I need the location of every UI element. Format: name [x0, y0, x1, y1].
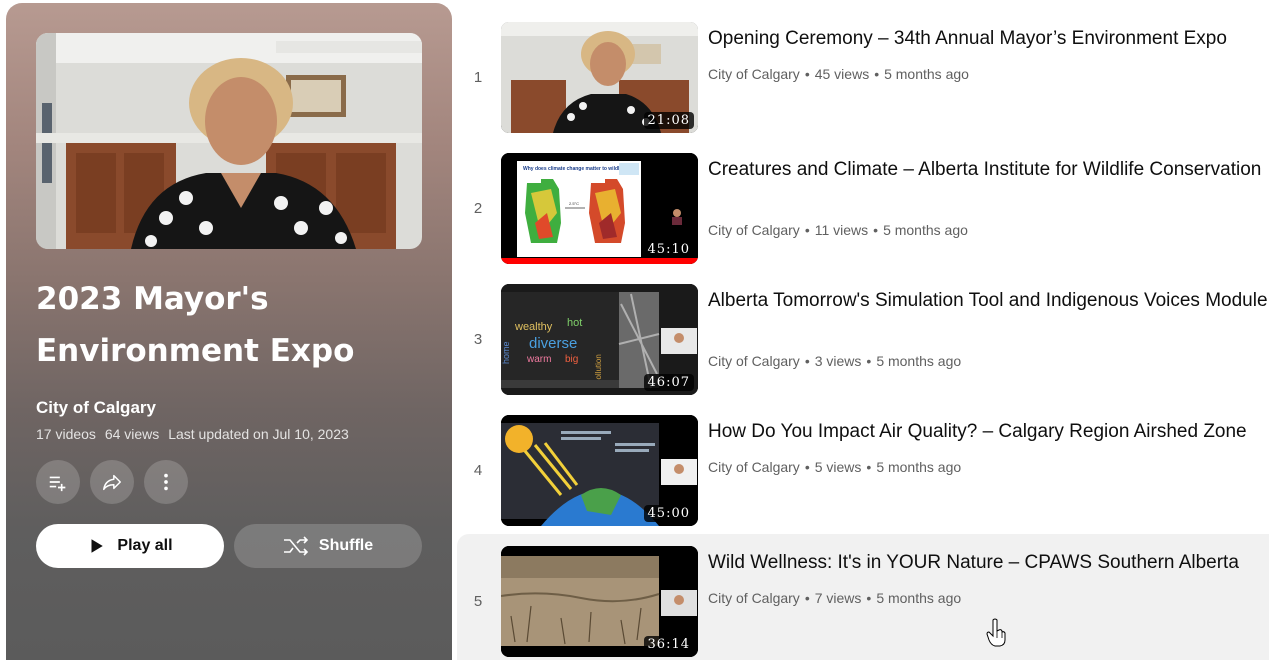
- video-age: 5 months ago: [876, 353, 962, 369]
- shuffle-label: Shuffle: [318, 537, 374, 554]
- video-meta: City of Calgary • 11 views • 5 months ago: [708, 222, 968, 238]
- video-index: 5: [473, 593, 483, 610]
- video-title[interactable]: Alberta Tomorrow's Simulation Tool and I…: [708, 286, 1268, 316]
- thumb-word: wealthy: [514, 321, 553, 333]
- playlist-views: 64 views: [104, 426, 160, 442]
- video-age: 5 months ago: [884, 66, 969, 82]
- video-title[interactable]: How Do You Impact Air Quality? – Calgary…: [708, 417, 1268, 447]
- video-channel[interactable]: City of Calgary: [708, 353, 800, 369]
- thumb-word: big: [565, 354, 578, 365]
- play-icon: [91, 539, 104, 553]
- video-duration: 45:10: [643, 241, 694, 258]
- video-meta: City of Calgary • 5 views • 5 months ago: [708, 459, 962, 475]
- video-title[interactable]: Wild Wellness: It's in YOUR Nature – CPA…: [708, 548, 1268, 578]
- video-age: 5 months ago: [876, 459, 962, 475]
- video-index: 1: [473, 69, 483, 86]
- video-duration: 21:08: [643, 112, 694, 129]
- thumb-word: warm: [526, 354, 551, 365]
- video-channel[interactable]: City of Calgary: [708, 459, 800, 475]
- playlist-last-updated: Last updated on Jul 10, 2023: [168, 426, 349, 442]
- video-age: 5 months ago: [876, 590, 962, 606]
- playlist-meta: 17 videos 64 views Last updated on Jul 1…: [36, 426, 354, 442]
- video-thumbnail[interactable]: wealthy hot diverse warm big home pollut…: [501, 284, 698, 395]
- video-thumbnail[interactable]: 36:14: [501, 546, 698, 657]
- video-duration: 45:00: [643, 505, 694, 522]
- share-button[interactable]: [90, 460, 134, 504]
- thumb-slide-title: Why does climate change matter to wildli…: [523, 166, 628, 172]
- video-meta: City of Calgary • 3 views • 5 months ago: [708, 353, 962, 369]
- video-row[interactable]: 1 21:08 Opening Ceremony – 34th Annual M…: [457, 10, 1269, 141]
- video-row[interactable]: 5 36:14 Wild Wellness: It's in YOUR Natu…: [457, 534, 1269, 660]
- video-channel[interactable]: City of Calgary: [708, 66, 800, 82]
- video-views: 3 views: [814, 353, 862, 369]
- video-index: 2: [473, 200, 483, 217]
- playlist-title: 2023 Mayor's Environment Expo: [36, 281, 355, 369]
- video-views: 11 views: [814, 222, 869, 238]
- video-thumbnail[interactable]: 21:08: [501, 22, 698, 133]
- video-index: 3: [473, 331, 483, 348]
- add-to-queue-icon: [49, 476, 66, 492]
- video-duration: 46:07: [643, 374, 694, 391]
- more-vert-icon: [164, 473, 168, 491]
- playlist-owner[interactable]: City of Calgary: [36, 398, 156, 418]
- video-row[interactable]: 4 45:00 How Do You Impact Air Quality? –…: [457, 403, 1269, 534]
- thumb-word: home: [501, 341, 511, 364]
- thumb-word: hot: [567, 317, 582, 329]
- add-to-queue-button[interactable]: [36, 460, 80, 504]
- video-duration: 36:14: [643, 636, 694, 653]
- video-meta: City of Calgary • 7 views • 5 months ago: [708, 590, 962, 606]
- video-row[interactable]: 3 wealthy hot diverse warm big home poll…: [457, 272, 1269, 403]
- more-options-button[interactable]: [144, 460, 188, 504]
- video-channel[interactable]: City of Calgary: [708, 222, 800, 238]
- shuffle-button[interactable]: Shuffle: [234, 524, 422, 568]
- playlist-actions: [36, 460, 188, 504]
- hand-pointer-icon: [986, 618, 1006, 647]
- play-all-button[interactable]: Play all: [36, 524, 224, 568]
- playlist-video-list: 1 21:08 Opening Ceremony – 34th Annual M…: [457, 10, 1269, 660]
- video-views: 45 views: [814, 66, 870, 82]
- video-thumbnail[interactable]: 45:00: [501, 415, 698, 526]
- video-thumbnail[interactable]: Why does climate change matter to wildli…: [501, 153, 698, 264]
- video-views: 5 views: [814, 459, 862, 475]
- video-channel[interactable]: City of Calgary: [708, 590, 800, 606]
- video-age: 5 months ago: [883, 222, 968, 238]
- shuffle-icon: [283, 536, 309, 556]
- thumb-arrow-label: 2.5°C: [569, 201, 579, 206]
- play-all-label: Play all: [117, 537, 173, 554]
- thumb-word: diverse: [529, 335, 577, 352]
- playlist-video-count: 17 videos: [36, 426, 96, 442]
- playlist-hero-thumbnail[interactable]: [36, 33, 422, 249]
- video-row[interactable]: 2 Why does climate change matter to wild…: [457, 141, 1269, 272]
- share-icon: [103, 474, 121, 491]
- video-title[interactable]: Opening Ceremony – 34th Annual Mayor’s E…: [708, 24, 1268, 54]
- video-views: 7 views: [814, 590, 862, 606]
- playlist-header-panel: 2023 Mayor's Environment Expo City of Ca…: [6, 3, 452, 660]
- thumb-word: pollution: [594, 354, 603, 384]
- video-index: 4: [473, 462, 483, 479]
- video-meta: City of Calgary • 45 views • 5 months ago: [708, 66, 969, 82]
- video-title[interactable]: Creatures and Climate – Alberta Institut…: [708, 155, 1268, 185]
